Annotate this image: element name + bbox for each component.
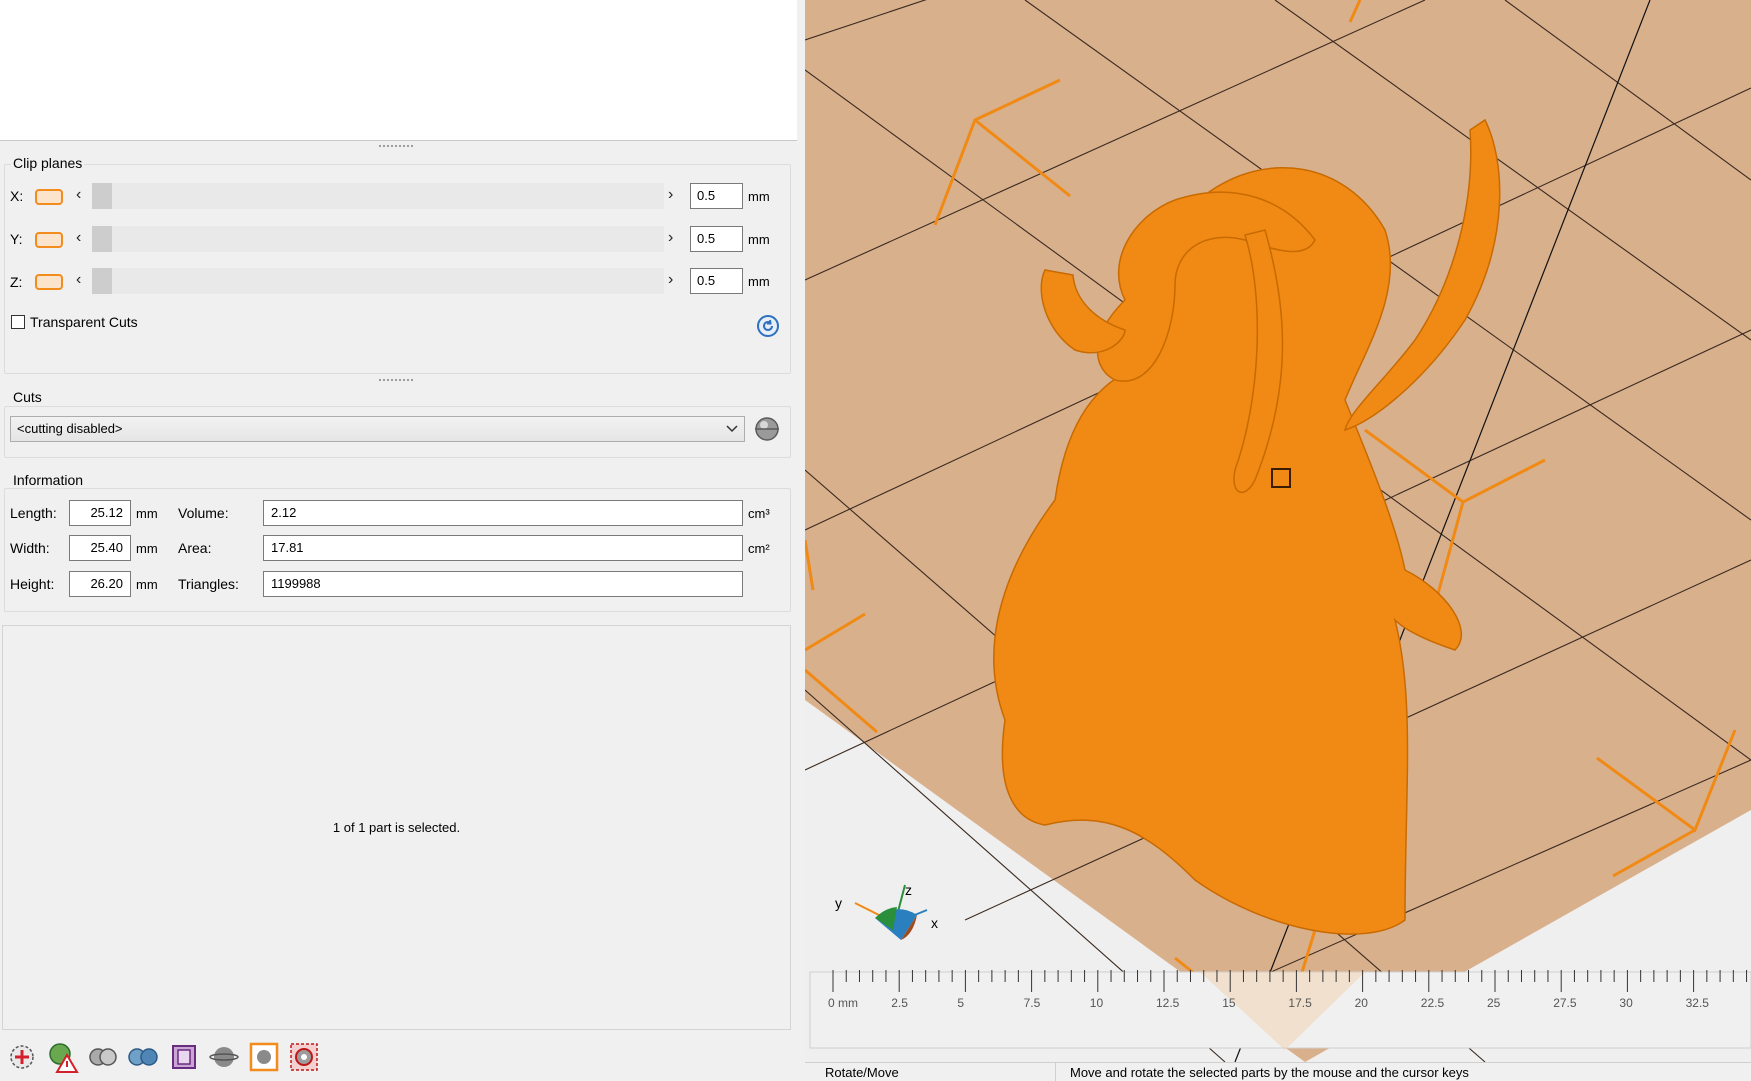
selection-status-text: 1 of 1 part is selected.: [332, 820, 461, 835]
ruler-label: 17.5: [1288, 996, 1312, 1010]
cuts-dropdown-value: <cutting disabled>: [17, 421, 123, 436]
merge-parts-icon[interactable]: [87, 1041, 119, 1073]
length-label: Length:: [10, 505, 57, 521]
selected-view-icon[interactable]: [248, 1041, 280, 1073]
height-value: 26.20: [69, 571, 131, 597]
status-bar: Rotate/Move Move and rotate the selected…: [805, 1062, 1751, 1081]
length-value: 25.12: [69, 500, 131, 526]
add-part-icon[interactable]: [6, 1041, 38, 1073]
ruler-label: 20: [1355, 996, 1369, 1010]
area-unit: cm²: [748, 541, 770, 556]
status-divider: [1055, 1063, 1056, 1081]
ruler-label: 15: [1222, 996, 1236, 1010]
transparent-cuts-checkbox[interactable]: [11, 315, 25, 329]
width-unit: mm: [136, 541, 158, 556]
status-hint: Move and rotate the selected parts by th…: [1070, 1065, 1469, 1080]
ruler-label: 30: [1619, 996, 1633, 1010]
clip-x-label: X:: [10, 188, 24, 204]
panel-splitter[interactable]: [797, 0, 805, 1080]
ruler-label: 27.5: [1553, 996, 1577, 1010]
ruler-label: 22.5: [1421, 996, 1445, 1010]
triangles-label: Triangles:: [178, 576, 239, 592]
clip-z-input[interactable]: 0.5: [690, 268, 743, 294]
clip-y-slider-thumb[interactable]: [92, 226, 112, 252]
sphere-view-icon[interactable]: [208, 1041, 240, 1073]
chevron-down-icon: [726, 425, 738, 433]
width-label: Width:: [10, 540, 50, 556]
clip-z-unit: mm: [748, 274, 770, 289]
ruler-label: 0 mm: [828, 996, 858, 1010]
wall-thickness-icon[interactable]: [168, 1041, 200, 1073]
clip-x-left-arrow[interactable]: ‹: [76, 186, 81, 204]
3d-viewport[interactable]: y z x 0 mm 2.5 5 7.5 10 12.5 15 17.5 20 22.5 25 27.…: [805, 0, 1751, 1080]
axis-y-label: y: [835, 895, 842, 911]
settings-gear-icon[interactable]: [288, 1041, 320, 1073]
clip-y-right-arrow[interactable]: ›: [668, 229, 673, 247]
clip-z-right-arrow[interactable]: ›: [668, 271, 673, 289]
splitter-grip-2[interactable]: [378, 378, 414, 382]
clip-x-slider[interactable]: [92, 183, 664, 209]
axis-z-label: z: [905, 882, 912, 898]
scene-canvas[interactable]: y z x 0 mm 2.5 5 7.5 10 12.5 15 17.5 20 22.5 25 27.…: [805, 0, 1751, 1080]
clip-x-input[interactable]: 0.5: [690, 183, 743, 209]
status-mode: Rotate/Move: [825, 1065, 899, 1080]
parts-tree-pane[interactable]: [0, 0, 798, 141]
split-parts-icon[interactable]: [127, 1041, 159, 1073]
triangles-value: 1199988: [263, 571, 743, 597]
clip-y-left-arrow[interactable]: ‹: [76, 229, 81, 247]
height-unit: mm: [136, 577, 158, 592]
area-value: 17.81: [263, 535, 743, 561]
clip-y-label: Y:: [10, 231, 23, 247]
clip-y-unit: mm: [748, 232, 770, 247]
clip-planes-title: Clip planes: [11, 155, 85, 171]
width-value: 25.40: [69, 535, 131, 561]
volume-label: Volume:: [178, 505, 229, 521]
ruler-label: 10: [1090, 996, 1104, 1010]
clip-y-slider[interactable]: [92, 226, 664, 252]
clip-x-slider-thumb[interactable]: [92, 183, 112, 209]
ruler-label: 32.5: [1686, 996, 1710, 1010]
splitter-grip[interactable]: [378, 144, 414, 148]
clip-z-slider-thumb[interactable]: [92, 268, 112, 294]
clip-z-toggle[interactable]: [35, 274, 63, 290]
ruler: 0 mm 2.5 5 7.5 10 12.5 15 17.5 20 22.5 25 27.5 30 32.…: [809, 970, 1751, 1050]
ruler-label: 12.5: [1156, 996, 1180, 1010]
clip-x-toggle[interactable]: [35, 189, 63, 205]
clip-z-label: Z:: [10, 274, 23, 290]
selection-pane: 1 of 1 part is selected.: [2, 625, 791, 1030]
clip-y-input[interactable]: 0.5: [690, 226, 743, 252]
cuts-title: Cuts: [11, 389, 44, 405]
volume-value: 2.12: [263, 500, 743, 526]
axis-x-label: x: [931, 915, 938, 931]
height-label: Height:: [10, 576, 55, 592]
clip-x-unit: mm: [748, 189, 770, 204]
clip-z-left-arrow[interactable]: ‹: [76, 271, 81, 289]
reset-clip-icon[interactable]: [756, 314, 780, 338]
cut-tool-icon[interactable]: [752, 414, 782, 444]
clip-y-toggle[interactable]: [35, 232, 63, 248]
ruler-label: 5: [957, 996, 964, 1010]
transparent-cuts-label: Transparent Cuts: [30, 314, 138, 330]
left-panel: Clip planes X: ‹ › 0.5 mm Y: ‹ › 0.5 mm …: [0, 0, 800, 1080]
axes-gizmo: y z x: [835, 882, 938, 940]
ruler-label: 7.5: [1024, 996, 1041, 1010]
clip-x-right-arrow[interactable]: ›: [668, 186, 673, 204]
ruler-label: 2.5: [891, 996, 908, 1010]
volume-unit: cm³: [748, 506, 770, 521]
ruler-label: 25: [1487, 996, 1501, 1010]
repair-warning-icon[interactable]: [47, 1041, 79, 1073]
length-unit: mm: [136, 506, 158, 521]
information-title: Information: [11, 472, 86, 488]
clip-z-slider[interactable]: [92, 268, 664, 294]
cuts-dropdown[interactable]: <cutting disabled>: [10, 416, 745, 442]
area-label: Area:: [178, 540, 212, 556]
